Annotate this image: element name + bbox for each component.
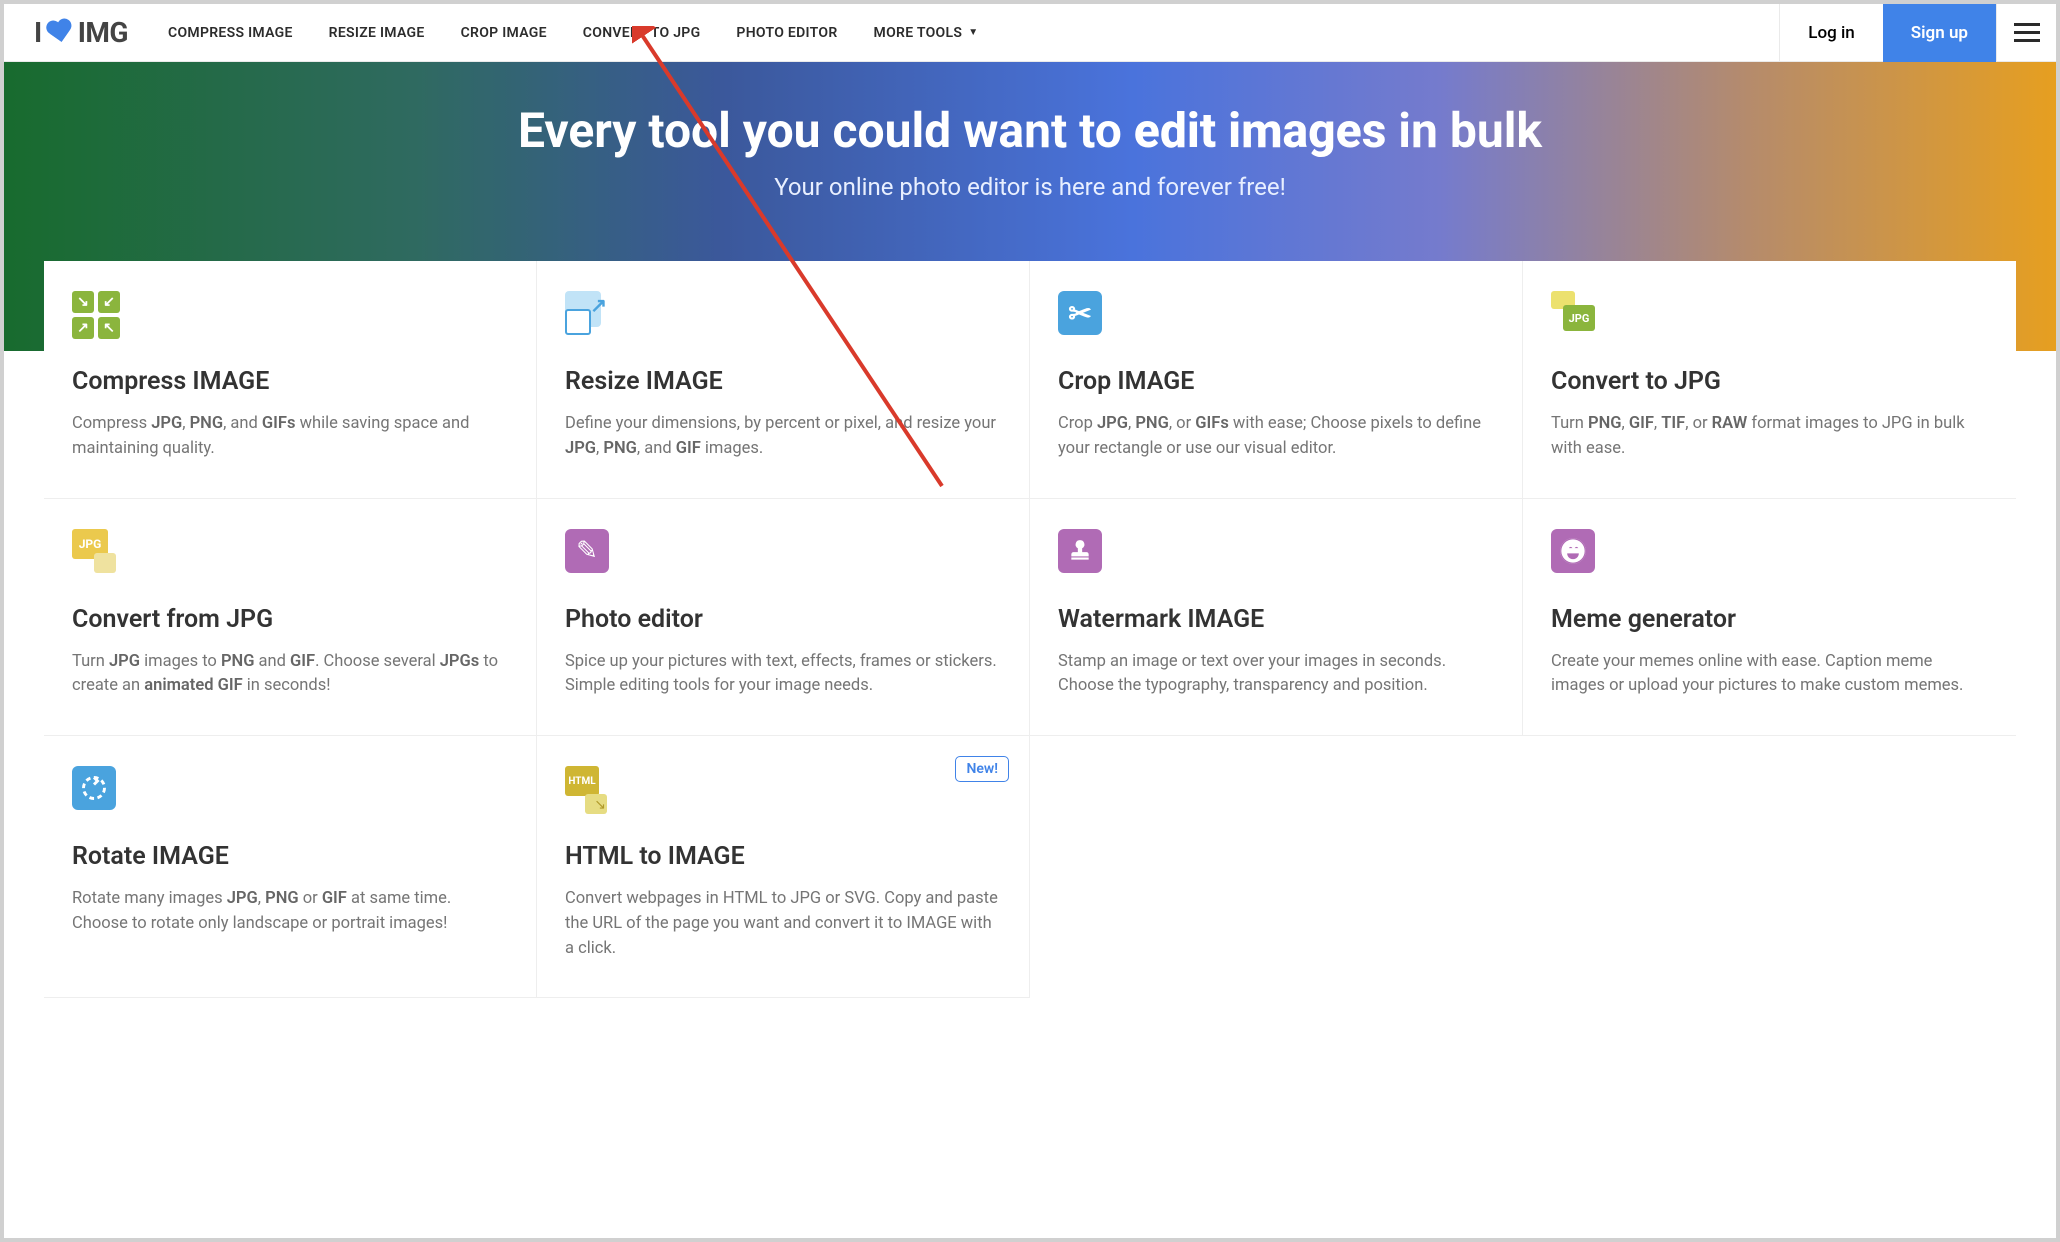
nav-label: COMPRESS IMAGE <box>168 25 293 41</box>
tool-compress[interactable]: ↘↙↗↖ Compress IMAGE Compress JPG, PNG, a… <box>44 261 537 499</box>
tool-desc: Turn JPG images to PNG and GIF. Choose s… <box>72 650 508 700</box>
header: I IMG COMPRESS IMAGE RESIZE IMAGE CROP I… <box>4 4 2056 62</box>
crop-icon: ✂ <box>1058 291 1494 341</box>
tool-html-to-image[interactable]: New! HTML↘ HTML to IMAGE Convert webpage… <box>537 736 1030 998</box>
tool-desc: Convert webpages in HTML to JPG or SVG. … <box>565 887 1001 961</box>
nav-label: CROP IMAGE <box>461 25 547 41</box>
to-jpg-icon: JPG <box>1551 291 1988 341</box>
tool-desc: Define your dimensions, by percent or pi… <box>565 412 1001 462</box>
tool-title: Rotate IMAGE <box>72 842 508 871</box>
tool-title: Convert from JPG <box>72 605 508 634</box>
login-button[interactable]: Log in <box>1779 4 1882 62</box>
empty-cell <box>1030 736 1523 998</box>
nav-label: RESIZE IMAGE <box>329 25 425 41</box>
tool-desc: Rotate many images JPG, PNG or GIF at sa… <box>72 887 508 937</box>
tool-desc: Turn PNG, GIF, TIF, or RAW format images… <box>1551 412 1988 462</box>
nav-resize[interactable]: RESIZE IMAGE <box>329 25 425 41</box>
compress-icon: ↘↙↗↖ <box>72 291 508 341</box>
stamp-icon <box>1058 529 1494 579</box>
hero-title-c: in bulk <box>1386 102 1542 159</box>
tool-to-jpg[interactable]: JPG Convert to JPG Turn PNG, GIF, TIF, o… <box>1523 261 2016 499</box>
logo-suffix: IMG <box>78 16 128 49</box>
hero-subtitle: Your online photo editor is here and for… <box>4 173 2056 201</box>
nav-crop[interactable]: CROP IMAGE <box>461 25 547 41</box>
hero-title-b: edit images <box>1134 102 1387 159</box>
nav: COMPRESS IMAGE RESIZE IMAGE CROP IMAGE C… <box>168 25 1779 41</box>
tool-title: Resize IMAGE <box>565 367 1001 396</box>
tool-resize[interactable]: ↗ Resize IMAGE Define your dimensions, b… <box>537 261 1030 499</box>
caret-down-icon: ▼ <box>968 27 978 38</box>
heart-icon <box>44 17 76 47</box>
signup-button[interactable]: Sign up <box>1883 4 1996 62</box>
tool-title: HTML to IMAGE <box>565 842 1001 871</box>
hero-title: Every tool you could want to edit images… <box>4 102 2056 159</box>
tool-title: Meme generator <box>1551 605 1988 634</box>
tool-title: Compress IMAGE <box>72 367 508 396</box>
nav-label: PHOTO EDITOR <box>736 25 837 41</box>
tool-desc: Crop JPG, PNG, or GIFs with ease; Choose… <box>1058 412 1494 462</box>
auth-area: Log in Sign up <box>1779 4 2056 62</box>
tool-title: Crop IMAGE <box>1058 367 1494 396</box>
html-icon: HTML↘ <box>565 766 1001 816</box>
nav-editor[interactable]: PHOTO EDITOR <box>736 25 837 41</box>
tool-watermark[interactable]: Watermark IMAGE Stamp an image or text o… <box>1030 499 1523 737</box>
tool-title: Convert to JPG <box>1551 367 1988 396</box>
tool-title: Watermark IMAGE <box>1058 605 1494 634</box>
menu-icon[interactable] <box>1996 4 2056 62</box>
rotate-icon <box>72 766 508 816</box>
tool-meme[interactable]: Meme generator Create your memes online … <box>1523 499 2016 737</box>
logo[interactable]: I IMG <box>34 16 128 49</box>
from-jpg-icon: JPG <box>72 529 508 579</box>
empty-cell <box>1523 736 2016 998</box>
nav-compress[interactable]: COMPRESS IMAGE <box>168 25 293 41</box>
nav-more[interactable]: MORE TOOLS ▼ <box>874 25 979 41</box>
tools-grid: ↘↙↗↖ Compress IMAGE Compress JPG, PNG, a… <box>44 261 2016 998</box>
tool-title: Photo editor <box>565 605 1001 634</box>
nav-label: CONVERT TO JPG <box>583 25 701 41</box>
nav-label: MORE TOOLS <box>874 25 963 41</box>
hero-title-a: Every tool you could want to <box>518 102 1134 159</box>
logo-prefix: I <box>34 16 42 49</box>
tool-rotate[interactable]: Rotate IMAGE Rotate many images JPG, PNG… <box>44 736 537 998</box>
resize-icon: ↗ <box>565 291 1001 341</box>
tool-crop[interactable]: ✂ Crop IMAGE Crop JPG, PNG, or GIFs with… <box>1030 261 1523 499</box>
tool-desc: Stamp an image or text over your images … <box>1058 650 1494 700</box>
tool-desc: Create your memes online with ease. Capt… <box>1551 650 1988 700</box>
pencil-icon: ✎ <box>565 529 1001 579</box>
tool-photo-editor[interactable]: ✎ Photo editor Spice up your pictures wi… <box>537 499 1030 737</box>
login-label: Log in <box>1808 23 1854 43</box>
tool-desc: Compress JPG, PNG, and GIFs while saving… <box>72 412 508 462</box>
smile-icon <box>1551 529 1988 579</box>
badge-new: New! <box>955 756 1009 782</box>
signup-label: Sign up <box>1911 23 1968 43</box>
tool-from-jpg[interactable]: JPG Convert from JPG Turn JPG images to … <box>44 499 537 737</box>
nav-convert[interactable]: CONVERT TO JPG <box>583 25 701 41</box>
tool-desc: Spice up your pictures with text, effect… <box>565 650 1001 700</box>
